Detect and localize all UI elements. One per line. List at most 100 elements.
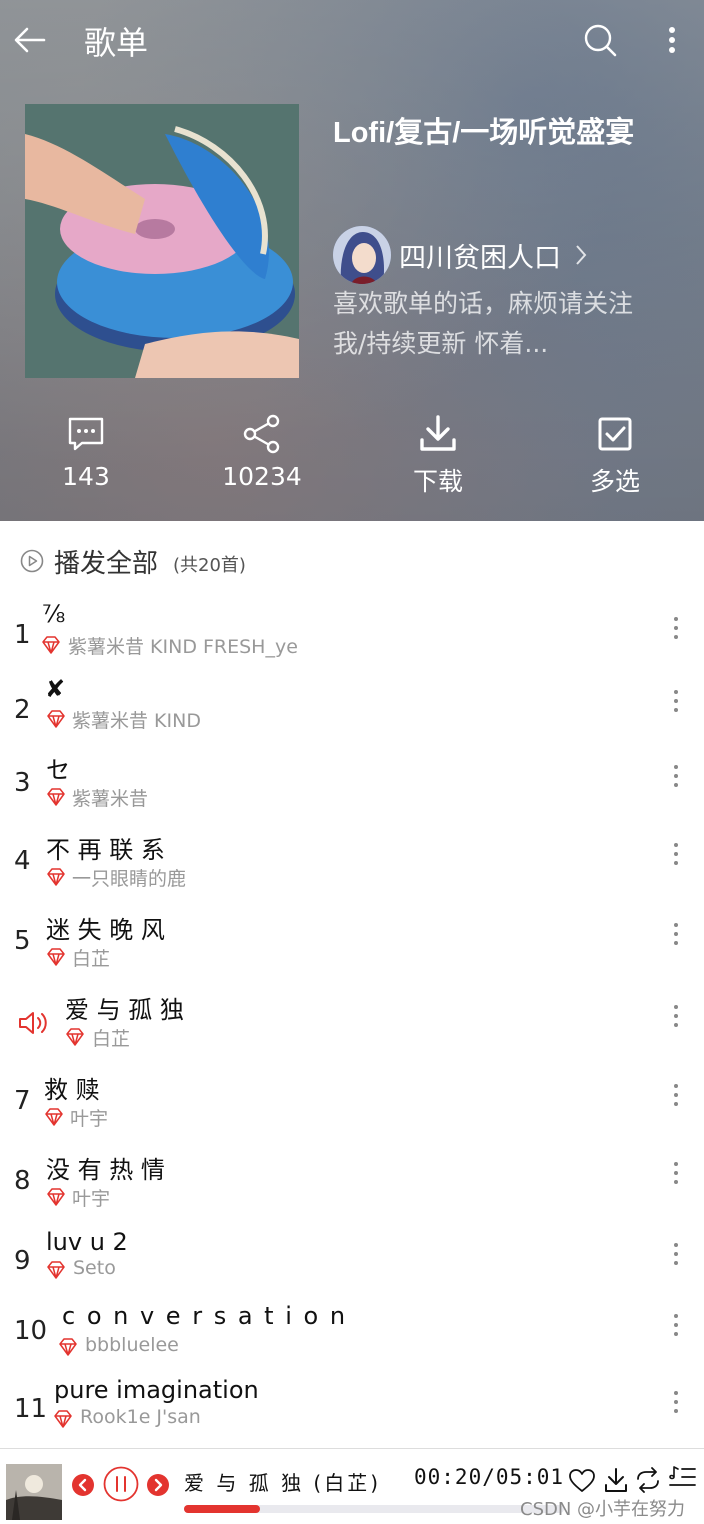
- song-title: 迷 失 晚 风: [46, 916, 165, 944]
- song-row[interactable]: 7 救 赎 叶宇: [0, 1070, 704, 1148]
- song-row[interactable]: 9 luv u 2 Seto: [0, 1228, 704, 1306]
- song-index: 7: [14, 1086, 31, 1116]
- song-title: セ: [46, 756, 70, 784]
- playlist-cover[interactable]: [25, 104, 299, 378]
- creator-row[interactable]: 四川贫困人口: [333, 226, 663, 284]
- playback-time: 00:20/05:01: [414, 1465, 565, 1489]
- more-vertical-icon[interactable]: [656, 22, 688, 58]
- share-count: 10234: [222, 462, 302, 491]
- song-title: pure imagination: [54, 1376, 259, 1404]
- search-icon[interactable]: [582, 22, 618, 58]
- song-row[interactable]: 5 迷 失 晚 风 白芷: [0, 910, 704, 988]
- song-artist: Rook1e J'san: [80, 1406, 201, 1428]
- more-vertical-icon[interactable]: [666, 1311, 686, 1339]
- song-title: 爱 与 孤 独: [65, 996, 184, 1024]
- song-title: 救 赎: [44, 1076, 100, 1104]
- download-button[interactable]: 下载: [378, 408, 498, 508]
- cover-artwork: [6, 1464, 62, 1520]
- more-vertical-icon[interactable]: [666, 1388, 686, 1416]
- download-icon[interactable]: [604, 1467, 628, 1493]
- song-index: 9: [14, 1246, 31, 1276]
- song-index: 11: [14, 1394, 48, 1424]
- song-artist: 一只眼睛的鹿: [72, 868, 187, 890]
- now-playing-title: 爱 与 孤 独 (白芷): [184, 1471, 382, 1495]
- vip-diamond-icon: [47, 1188, 65, 1206]
- song-row-playing[interactable]: 爱 与 孤 独 白芷: [0, 990, 704, 1068]
- playlist-queue-icon[interactable]: [668, 1465, 696, 1493]
- song-row[interactable]: 3 セ 紫薯米昔: [0, 750, 704, 828]
- song-row[interactable]: 1 ⅞ 紫薯米昔 KIND FRESH_ye: [0, 598, 704, 676]
- song-title: 没 有 热 情: [46, 1156, 165, 1184]
- song-count: (共20首): [173, 555, 246, 576]
- more-vertical-icon[interactable]: [666, 920, 686, 948]
- heart-icon[interactable]: [569, 1469, 595, 1493]
- share-button[interactable]: 10234: [202, 408, 322, 508]
- back-arrow-icon[interactable]: [12, 22, 48, 58]
- song-index: 4: [14, 846, 31, 876]
- play-circle-icon: [20, 549, 44, 573]
- more-vertical-icon[interactable]: [666, 1159, 686, 1187]
- song-index: 1: [14, 620, 31, 650]
- comment-button[interactable]: 143: [26, 408, 146, 508]
- more-vertical-icon[interactable]: [666, 1240, 686, 1268]
- song-index: 10: [14, 1316, 48, 1346]
- creator-avatar[interactable]: [333, 226, 391, 284]
- page-title: 歌单: [84, 24, 149, 62]
- song-row[interactable]: 11 pure imagination Rook1e J'san: [0, 1376, 704, 1454]
- avatar-image: [333, 226, 391, 284]
- more-vertical-icon[interactable]: [666, 687, 686, 715]
- vip-diamond-icon: [42, 636, 60, 654]
- creator-name[interactable]: 四川贫困人口: [399, 236, 561, 275]
- vip-diamond-icon: [59, 1338, 77, 1356]
- action-bar: 143 10234 下载 多选: [0, 408, 704, 508]
- song-artist: 紫薯米昔: [72, 788, 149, 810]
- song-title: ⅞: [42, 600, 66, 628]
- song-index: 5: [14, 926, 31, 956]
- more-vertical-icon[interactable]: [666, 762, 686, 790]
- multi-select-button[interactable]: 多选: [555, 408, 675, 508]
- song-artist: bbbluelee: [85, 1334, 179, 1356]
- download-label: 下载: [412, 467, 463, 496]
- more-vertical-icon[interactable]: [666, 840, 686, 868]
- song-index: 2: [14, 695, 31, 725]
- song-index: 8: [14, 1166, 31, 1196]
- song-row[interactable]: 10 c o n v e r s a t i o n bbbluelee: [0, 1300, 704, 1378]
- mini-player: 爱 与 孤 独 (白芷) 00:20/05:01 CSDN @小芋在努力: [0, 1448, 704, 1524]
- song-artist: 叶宇: [72, 1188, 111, 1210]
- more-vertical-icon[interactable]: [666, 614, 686, 642]
- song-row[interactable]: 4 不 再 联 系 一只眼睛的鹿: [0, 830, 704, 908]
- previous-track-icon[interactable]: [72, 1474, 94, 1496]
- song-artist: 紫薯米昔 KIND: [72, 710, 201, 732]
- vip-diamond-icon: [45, 1108, 63, 1126]
- progress-fill: [184, 1505, 260, 1513]
- more-vertical-icon[interactable]: [666, 1002, 686, 1030]
- song-title: ✘: [45, 675, 66, 703]
- song-artist: 叶宇: [70, 1108, 109, 1130]
- song-title: 不 再 联 系: [46, 836, 165, 864]
- playlist-description[interactable]: 喜欢歌单的话，麻烦请关注我/持续更新 怀着...: [333, 284, 633, 364]
- now-playing-cover[interactable]: [6, 1464, 62, 1520]
- song-artist: Seto: [73, 1257, 116, 1279]
- vip-diamond-icon: [47, 788, 65, 806]
- play-all-label: 播发全部: [54, 549, 159, 579]
- cover-artwork: [25, 104, 299, 378]
- song-row[interactable]: 8 没 有 热 情 叶宇: [0, 1150, 704, 1228]
- next-track-icon[interactable]: [147, 1474, 169, 1496]
- repeat-icon[interactable]: [634, 1467, 662, 1493]
- song-row[interactable]: 2 ✘ 紫薯米昔 KIND: [0, 675, 704, 753]
- song-title: c o n v e r s a t i o n: [62, 1302, 348, 1330]
- song-artist: 白芷: [72, 948, 111, 970]
- vip-diamond-icon: [47, 948, 65, 966]
- pause-icon[interactable]: [103, 1466, 139, 1502]
- vip-diamond-icon: [66, 1028, 84, 1046]
- song-artist: 白芷: [92, 1028, 131, 1050]
- more-vertical-icon[interactable]: [666, 1081, 686, 1109]
- vip-diamond-icon: [54, 1410, 72, 1428]
- playlist-title: Lofi/复古/一场听觉盛宴: [333, 117, 635, 149]
- chevron-right-icon: [576, 245, 587, 265]
- song-title: luv u 2: [46, 1228, 128, 1256]
- progress-bar[interactable]: [184, 1505, 564, 1513]
- speaker-playing-icon: [19, 1012, 47, 1034]
- play-all-row[interactable]: 播发全部 (共20首): [0, 521, 704, 599]
- top-bar: 歌单: [0, 0, 704, 80]
